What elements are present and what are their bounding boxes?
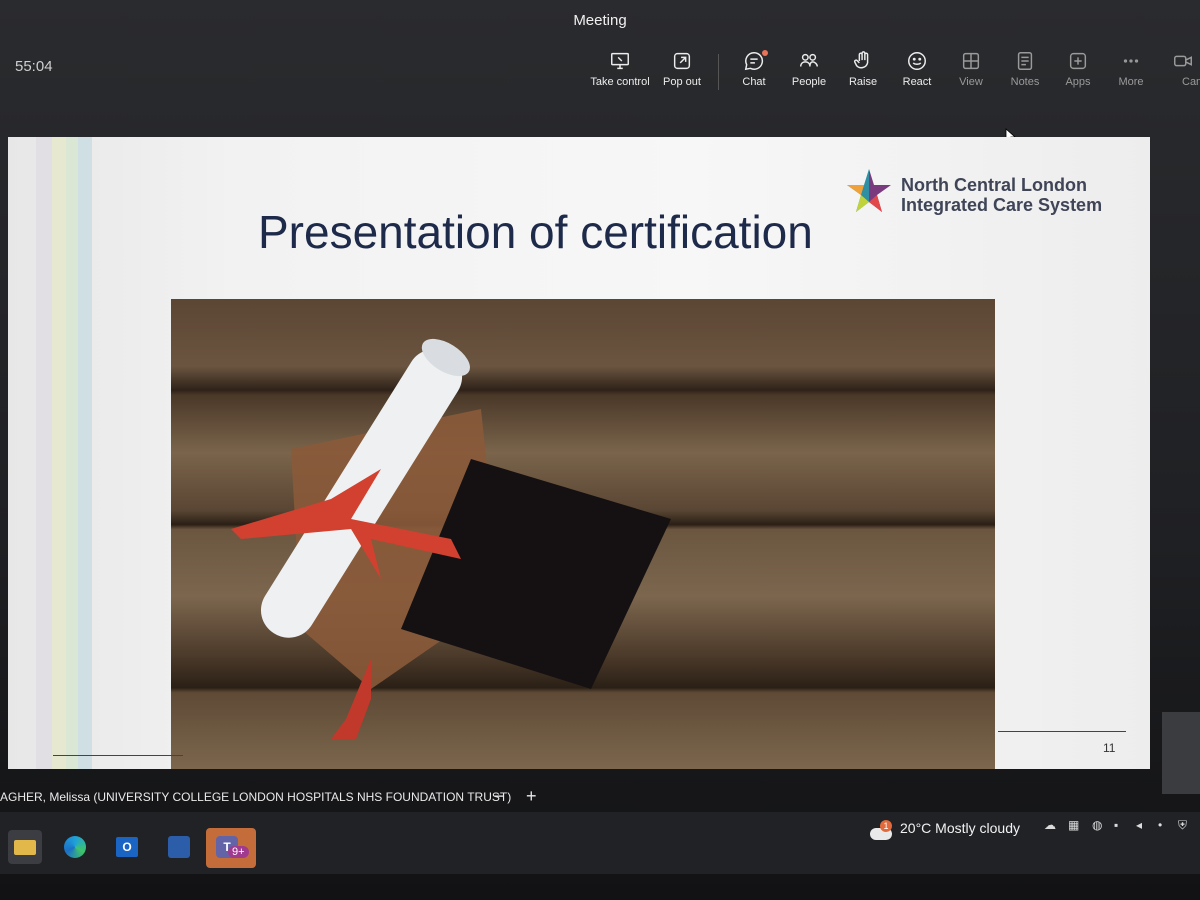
keyboard-icon[interactable]: ▦: [1068, 818, 1079, 832]
outlook-icon[interactable]: O: [110, 830, 144, 864]
teams-badge: 9+: [228, 846, 249, 858]
more-label: More: [1118, 76, 1144, 88]
toolbar-divider: [718, 54, 719, 90]
zoom-in-button[interactable]: +: [526, 786, 537, 807]
weather-text[interactable]: 20°C Mostly cloudy: [900, 820, 1020, 836]
weather-alert-badge: 1: [880, 820, 892, 832]
chat-label: Chat: [742, 76, 766, 88]
logo-line-2: Integrated Care System: [901, 195, 1103, 215]
apps-label: Apps: [1065, 76, 1091, 88]
smile-icon: [906, 50, 928, 72]
monitor-frame: Meeting 55:04 Take control Pop out Chat …: [0, 0, 1200, 900]
slide-footer-line: [53, 755, 183, 756]
take-control-button[interactable]: Take control: [588, 50, 652, 88]
participant-video-thumbnail[interactable]: [1162, 712, 1200, 794]
more-icon: [1120, 50, 1142, 72]
plus-box-icon: [1067, 50, 1089, 72]
chat-notification-dot: [762, 50, 768, 56]
slide-number: 11: [1103, 741, 1116, 755]
meeting-timer: 55:04: [15, 58, 53, 75]
slide-footer-line: [998, 731, 1126, 732]
hand-icon: [852, 50, 874, 72]
pop-out-button[interactable]: Pop out: [650, 50, 714, 88]
people-label: People: [791, 76, 827, 88]
notes-label: Notes: [1010, 76, 1040, 88]
camera-button[interactable]: Cam: [1164, 50, 1200, 88]
screen-share-icon: [609, 50, 631, 72]
presenter-name: AGHER, Melissa (UNIVERSITY COLLEGE LONDO…: [0, 790, 512, 804]
raise-label: Raise: [848, 76, 878, 88]
slide-title: Presentation of certification: [258, 206, 813, 258]
security-icon[interactable]: ⛨: [1178, 818, 1187, 833]
onedrive-icon[interactable]: ☁: [1044, 818, 1056, 832]
decor-stripe: [36, 137, 52, 769]
react-label: React: [902, 76, 932, 88]
volume-icon[interactable]: ◂: [1136, 818, 1142, 832]
star-logo-icon: [847, 169, 891, 212]
sync-icon[interactable]: ◍: [1092, 818, 1102, 832]
tray-dot-icon[interactable]: •: [1158, 818, 1162, 832]
decor-stripe: [78, 137, 92, 769]
decor-stripe: [52, 137, 66, 769]
presentation-slide: North Central London Integrated Care Sys…: [8, 137, 1150, 769]
zoom-out-button[interactable]: −: [494, 786, 505, 807]
ncl-logo: North Central London Integrated Care Sys…: [843, 165, 1133, 221]
edge-browser-icon[interactable]: [58, 830, 92, 864]
view-label: View: [959, 76, 983, 88]
camera-icon: [1172, 50, 1194, 72]
grid-icon: [960, 50, 982, 72]
window-title: Meeting: [573, 12, 627, 29]
graduation-photo: [171, 299, 995, 769]
meeting-toolbar: Meeting 55:04 Take control Pop out Chat …: [0, 0, 1200, 120]
decor-stripe: [66, 137, 78, 769]
logo-line-1: North Central London: [901, 175, 1087, 195]
file-explorer-icon[interactable]: [8, 830, 42, 864]
pop-out-label: Pop out: [663, 76, 701, 88]
pop-out-icon: [671, 50, 693, 72]
more-button[interactable]: More: [1099, 50, 1163, 88]
teams-icon[interactable]: T 9+: [206, 828, 256, 868]
notes-icon: [1014, 50, 1036, 72]
diploma-and-cap-image: [231, 338, 671, 739]
take-control-label: Take control: [590, 76, 650, 88]
logo-text: North Central London Integrated Care Sys…: [901, 175, 1102, 215]
network-icon[interactable]: ▪: [1114, 818, 1118, 832]
camera-label: Cam: [1182, 76, 1200, 88]
people-icon: [798, 50, 820, 72]
whiteboard-app-icon[interactable]: [162, 830, 196, 864]
